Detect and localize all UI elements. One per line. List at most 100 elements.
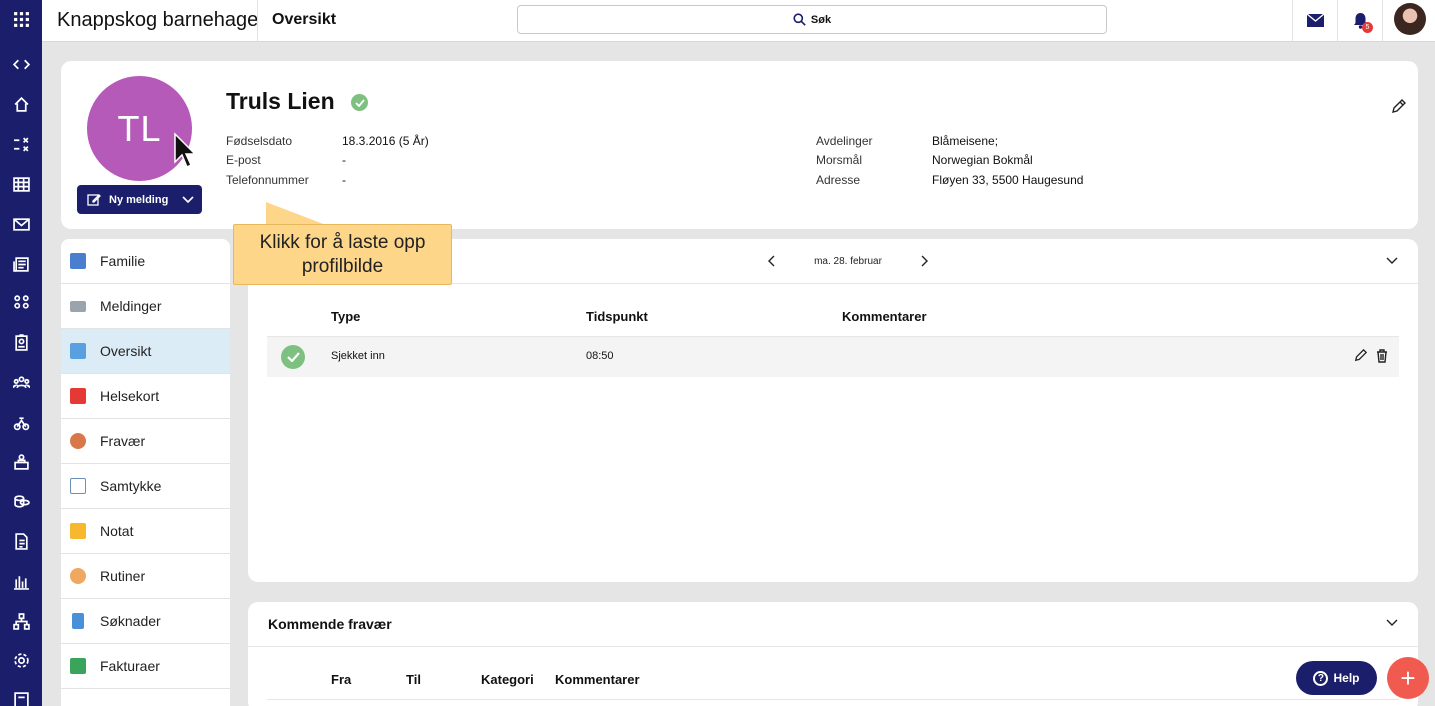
menu-item-fravaer[interactable]: Fravær	[61, 419, 230, 464]
menu-item-fakturaer[interactable]: Fakturaer	[61, 644, 230, 689]
chevron-down-icon	[182, 195, 194, 203]
staff-icon[interactable]	[0, 451, 42, 473]
chevron-right-icon[interactable]	[920, 255, 928, 267]
notifications-button[interactable]: 5	[1338, 0, 1382, 41]
note-icon	[70, 523, 86, 539]
notification-badge: 5	[1362, 22, 1373, 33]
user-avatar[interactable]	[1394, 3, 1426, 35]
menu-item-label: Familie	[100, 253, 146, 269]
absence-title: Kommende fravær	[268, 616, 392, 632]
help-label: Help	[1333, 671, 1360, 685]
menu-item-oversikt[interactable]: Oversikt	[61, 329, 230, 374]
baby-icon	[70, 568, 86, 584]
row-time: 08:50	[586, 350, 614, 362]
trip-icon[interactable]	[0, 411, 42, 433]
edit-row-icon[interactable]	[1354, 349, 1367, 362]
column-header-from: Fra	[331, 672, 352, 687]
home-icon[interactable]	[0, 93, 42, 115]
mail-rail-icon[interactable]	[0, 213, 42, 235]
gear-icon[interactable]	[0, 649, 42, 671]
menu-item-label: Fravær	[100, 433, 146, 449]
menu-item-soknader[interactable]: Søknader	[61, 599, 230, 644]
menu-item-samtykke[interactable]: Samtykke	[61, 464, 230, 509]
column-header-comments: Kommentarer	[555, 672, 640, 687]
profile-card: TL Ny melding Truls Lien Fødselsdato 18.…	[61, 61, 1418, 229]
edit-profile-icon[interactable]	[1391, 99, 1406, 114]
menu-item-familie[interactable]: Familie	[61, 239, 230, 284]
row-type: Sjekket inn	[331, 350, 385, 362]
menu-item-label: Helsekort	[100, 388, 160, 404]
menu-item-label: Fakturaer	[100, 658, 160, 674]
envelope-icon	[70, 300, 86, 312]
check-circle-icon	[281, 345, 305, 369]
envelope-icon	[1306, 14, 1324, 27]
app-title[interactable]: Knappskog barnehage	[57, 9, 258, 32]
date-navigator: ma. 28. februar	[768, 253, 928, 269]
compose-icon	[87, 194, 101, 206]
children-icon[interactable]	[0, 291, 42, 313]
messages-button[interactable]	[1293, 0, 1337, 41]
chevron-down-icon[interactable]	[1386, 619, 1398, 627]
divider	[248, 646, 1418, 647]
add-button[interactable]: +	[1387, 657, 1429, 699]
left-rail	[0, 0, 42, 706]
phone-value: -	[342, 173, 346, 187]
menu-item-label: Notat	[100, 523, 134, 539]
checklist-rail-icon[interactable]	[0, 133, 42, 155]
health-card-icon	[70, 388, 86, 404]
tooltip-arrow	[266, 202, 326, 225]
checked-in-icon	[351, 94, 368, 111]
expand-icon[interactable]	[0, 53, 42, 75]
trash-icon[interactable]	[1376, 349, 1388, 363]
birthdate-value: 18.3.2016 (5 År)	[342, 134, 429, 148]
coins-icon[interactable]	[0, 490, 42, 512]
absence-icon	[70, 433, 86, 449]
family-icon	[70, 253, 86, 269]
address-value: Fløyen 33, 5500 Haugesund	[932, 173, 1084, 187]
current-date[interactable]: ma. 28. februar	[814, 256, 882, 267]
help-button[interactable]: ? Help	[1296, 661, 1377, 695]
address-label: Adresse	[816, 173, 861, 187]
magnifier-icon	[70, 343, 86, 359]
stats-icon[interactable]	[0, 570, 42, 592]
news-icon[interactable]	[0, 253, 42, 275]
document-icon[interactable]	[0, 530, 42, 552]
phone-label: Telefonnummer	[226, 173, 309, 187]
invoice-icon	[70, 658, 86, 674]
divider	[267, 699, 1399, 700]
application-icon	[72, 613, 84, 629]
search-box[interactable]: Søk	[517, 5, 1107, 34]
menu-item-meldinger[interactable]: Meldinger	[61, 284, 230, 329]
menu-item-notat[interactable]: Notat	[61, 509, 230, 554]
apps-grid-icon[interactable]	[0, 8, 42, 30]
department-value: Blåmeisene;	[932, 134, 999, 148]
badge-icon[interactable]	[0, 331, 42, 353]
page-title: Oversikt	[272, 11, 337, 28]
mouse-cursor-icon	[174, 132, 197, 169]
menu-item-helsekort[interactable]: Helsekort	[61, 374, 230, 419]
checklist-icon	[70, 478, 86, 494]
table-row: Sjekket inn 08:50	[267, 337, 1399, 377]
question-icon: ?	[1313, 670, 1329, 686]
chevron-left-icon[interactable]	[768, 255, 776, 267]
hierarchy-icon[interactable]	[0, 610, 42, 632]
report-icon[interactable]	[0, 688, 42, 706]
new-message-label: Ny melding	[109, 193, 169, 206]
menu-item-label: Oversikt	[100, 343, 152, 359]
column-header-comments: Kommentarer	[842, 309, 927, 324]
chevron-down-icon[interactable]	[1386, 257, 1398, 265]
menu-item-rutiner[interactable]: Rutiner	[61, 554, 230, 599]
topbar: Knappskog barnehage Oversikt Søk 5	[42, 0, 1435, 42]
column-header-type: Type	[331, 309, 361, 324]
upcoming-absence-card: Kommende fravær Fra Til Kategori Komment…	[248, 602, 1418, 706]
new-message-button[interactable]: Ny melding	[77, 185, 202, 214]
overview-card: ma. 28. februar Type Tidspunkt Kommentar…	[248, 239, 1418, 582]
plus-icon: +	[1400, 663, 1416, 693]
menu-item-label: Samtykke	[100, 478, 162, 494]
search-icon	[793, 13, 806, 26]
menu-item-label: Søknader	[100, 613, 161, 629]
email-value: -	[342, 153, 346, 167]
search-label: Søk	[810, 13, 832, 26]
calendar-icon[interactable]	[0, 173, 42, 195]
group-icon[interactable]	[0, 371, 42, 393]
